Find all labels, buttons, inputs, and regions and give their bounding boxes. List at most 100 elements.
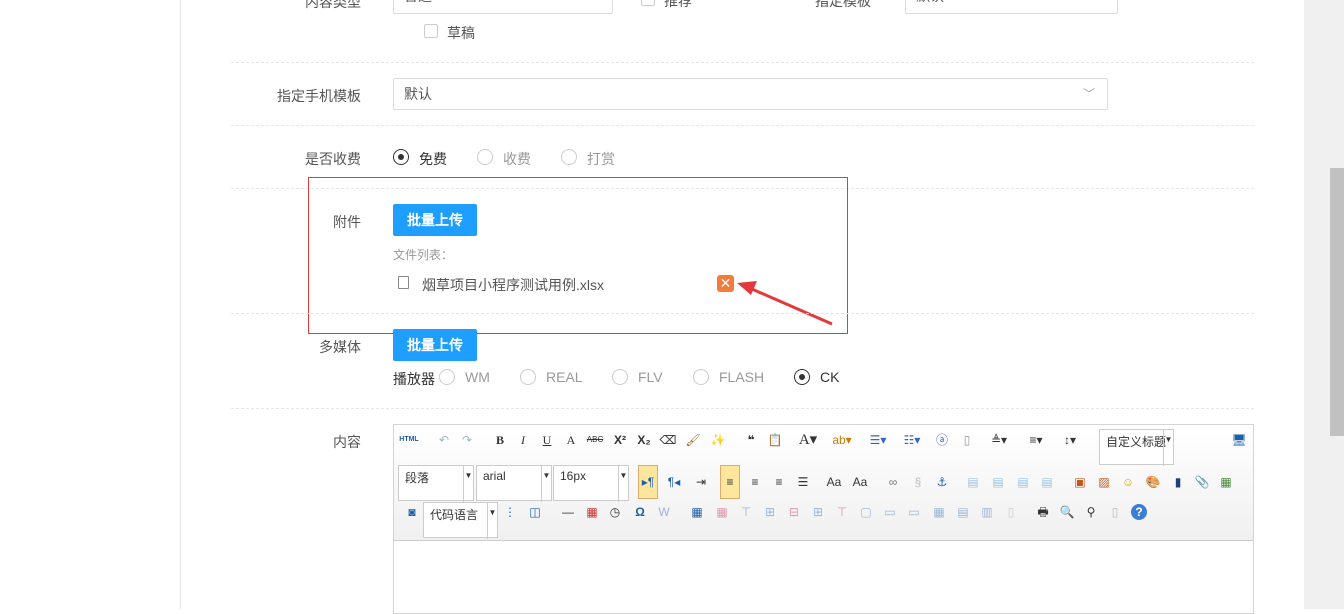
subscript-icon[interactable]: X₂ bbox=[634, 430, 654, 450]
editor-content-area[interactable] bbox=[394, 541, 1253, 613]
mobile-template-select[interactable]: 默认 ﹀ bbox=[393, 78, 1108, 110]
image-right-icon[interactable]: ▤ bbox=[1013, 472, 1033, 492]
split-cols-icon[interactable]: ▥ bbox=[977, 502, 997, 522]
uppercase-icon[interactable]: Aa bbox=[824, 472, 844, 492]
special-char-icon[interactable]: Ω bbox=[630, 502, 650, 522]
horizontal-rule-icon[interactable]: — bbox=[558, 502, 578, 522]
merge-right-icon[interactable]: ▭ bbox=[880, 502, 900, 522]
scrollbar-track[interactable] bbox=[1304, 0, 1344, 609]
align-justify-icon[interactable]: ☰ bbox=[793, 472, 813, 492]
template-icon[interactable]: ◫ bbox=[525, 502, 545, 522]
paste-icon[interactable]: ▯ bbox=[1105, 502, 1125, 522]
ltr-icon[interactable]: ▸¶ bbox=[638, 465, 658, 499]
italic-icon[interactable]: I bbox=[513, 430, 533, 450]
search-replace-icon[interactable]: ⚲ bbox=[1081, 502, 1101, 522]
template-select[interactable]: 默认 ﹀ bbox=[905, 0, 1118, 14]
page-break-insert-icon[interactable]: ⋮ bbox=[500, 502, 520, 522]
player-radio-ck[interactable] bbox=[794, 369, 810, 385]
attachment-icon[interactable]: 📎 bbox=[1192, 472, 1212, 492]
scrollbar-thumb[interactable] bbox=[1330, 168, 1344, 436]
preview-icon[interactable]: 🔍 bbox=[1057, 502, 1077, 522]
delete-table-icon[interactable]: ▦ bbox=[712, 502, 732, 522]
delete-row-icon[interactable]: ⊟ bbox=[784, 502, 804, 522]
time-icon[interactable]: ◷ bbox=[605, 502, 625, 522]
recommend-checkbox[interactable] bbox=[641, 0, 655, 6]
emotion-icon[interactable]: ☺ bbox=[1118, 472, 1138, 492]
image-center-icon[interactable]: ▤ bbox=[1037, 472, 1057, 492]
player-radio-wm[interactable] bbox=[439, 369, 455, 385]
row-spacing-bottom-icon[interactable]: ≡▾ bbox=[1026, 430, 1046, 450]
date-icon[interactable]: ▦ bbox=[582, 502, 602, 522]
font-color-icon[interactable]: A▾ bbox=[798, 430, 818, 450]
eraser-icon[interactable]: ⌫ bbox=[658, 430, 678, 450]
split-cells-icon[interactable]: ▦ bbox=[929, 502, 949, 522]
paragraph-select[interactable]: 段落 ▼ bbox=[398, 465, 474, 502]
unlink-icon[interactable]: § bbox=[908, 472, 928, 492]
media-upload-button[interactable]: 批量上传 bbox=[393, 329, 477, 361]
page-break-icon[interactable]: ▯ bbox=[957, 430, 977, 450]
print-icon[interactable]: 🖶 bbox=[1033, 502, 1053, 522]
redo-icon[interactable]: ↷ bbox=[457, 430, 477, 450]
row-spacing-top-icon[interactable]: ≜▾ bbox=[989, 430, 1009, 450]
insert-paragraph-before-table-icon[interactable]: ⊤ bbox=[736, 502, 756, 522]
clear-doc-icon[interactable]: ⓐ bbox=[932, 430, 952, 450]
insert-row-icon[interactable]: ⊞ bbox=[760, 502, 780, 522]
scrawl-icon[interactable]: 🎨 bbox=[1143, 472, 1163, 492]
paste-text-icon[interactable]: 📋 bbox=[765, 430, 785, 450]
player-radio-flash[interactable] bbox=[693, 369, 709, 385]
delete-column-icon[interactable]: ⊤ bbox=[832, 502, 852, 522]
map-icon[interactable]: ▦ bbox=[1216, 472, 1236, 492]
unordered-list-icon[interactable]: ☷▾ bbox=[902, 430, 922, 450]
auto-format-icon[interactable]: ✨ bbox=[708, 430, 728, 450]
merge-cells-icon[interactable]: ▢ bbox=[856, 502, 876, 522]
link-icon[interactable]: ∞ bbox=[883, 472, 903, 492]
rich-text-editor[interactable]: HTML ↶ ↷ B I U A ABC X² X₂ ⌫ 🖌 ✨ ❝ 📋 A▾ … bbox=[393, 424, 1254, 614]
chart-icon[interactable]: ▯ bbox=[1001, 502, 1021, 522]
content-type-select[interactable]: 普通 ﹀ bbox=[393, 0, 613, 14]
blockquote-icon[interactable]: ❝ bbox=[741, 430, 761, 450]
fee-label: 是否收费 bbox=[305, 151, 361, 167]
fee-radio-free[interactable] bbox=[393, 149, 409, 165]
fee-radio-paid[interactable] bbox=[477, 149, 493, 165]
simple-image-icon[interactable]: ▣ bbox=[1070, 472, 1090, 492]
indent-icon[interactable]: ⇥ bbox=[691, 472, 711, 492]
lowercase-icon[interactable]: Aa bbox=[850, 472, 870, 492]
word-image-icon[interactable]: W bbox=[654, 502, 674, 522]
html-source-button[interactable]: HTML bbox=[399, 430, 419, 450]
font-border-icon[interactable]: A bbox=[561, 430, 581, 450]
image-left-icon[interactable]: ▤ bbox=[988, 472, 1008, 492]
player-radio-flv[interactable] bbox=[612, 369, 628, 385]
line-height-icon[interactable]: ↕▾ bbox=[1060, 430, 1080, 450]
bold-icon[interactable]: B bbox=[490, 430, 510, 450]
font-family-select[interactable]: arial ▼ bbox=[476, 465, 552, 502]
fullscreen-icon[interactable]: 🖥 bbox=[1229, 430, 1249, 450]
anchor-icon[interactable]: ⚓ bbox=[932, 472, 952, 492]
align-center-icon[interactable]: ≡ bbox=[745, 472, 765, 492]
align-left-icon[interactable]: ≡ bbox=[720, 465, 740, 499]
code-language-select[interactable]: 代码语言 ▼ bbox=[423, 502, 498, 539]
custom-title-select[interactable]: 自定义标题 ▼ bbox=[1099, 429, 1174, 466]
split-rows-icon[interactable]: ▤ bbox=[953, 502, 973, 522]
format-brush-icon[interactable]: 🖌 bbox=[683, 430, 703, 450]
insert-frame-icon[interactable]: ◙ bbox=[402, 502, 422, 522]
image-none-icon[interactable]: ▤ bbox=[963, 472, 983, 492]
draft-checkbox[interactable] bbox=[424, 24, 438, 38]
video-icon[interactable]: ▮ bbox=[1168, 472, 1188, 492]
insert-table-icon[interactable]: ▦ bbox=[687, 502, 707, 522]
multi-image-icon[interactable]: ▨ bbox=[1094, 472, 1114, 492]
insert-column-icon[interactable]: ⊞ bbox=[808, 502, 828, 522]
ordered-list-icon[interactable]: ☰▾ bbox=[868, 430, 888, 450]
superscript-icon[interactable]: X² bbox=[610, 430, 630, 450]
undo-icon[interactable]: ↶ bbox=[434, 430, 454, 450]
background-color-icon[interactable]: ab▾ bbox=[832, 430, 852, 450]
align-right-icon[interactable]: ≡ bbox=[769, 472, 789, 492]
player-radio-real[interactable] bbox=[520, 369, 536, 385]
fee-radio-tip[interactable] bbox=[561, 149, 577, 165]
mobile-template-value: 默认 bbox=[404, 86, 432, 102]
strikethrough-icon[interactable]: ABC bbox=[585, 430, 605, 450]
merge-down-icon[interactable]: ▭ bbox=[904, 502, 924, 522]
font-size-select[interactable]: 16px ▼ bbox=[553, 465, 629, 502]
underline-icon[interactable]: U bbox=[537, 430, 557, 450]
rtl-icon[interactable]: ¶◂ bbox=[664, 472, 684, 492]
help-icon[interactable]: ? bbox=[1131, 504, 1147, 520]
